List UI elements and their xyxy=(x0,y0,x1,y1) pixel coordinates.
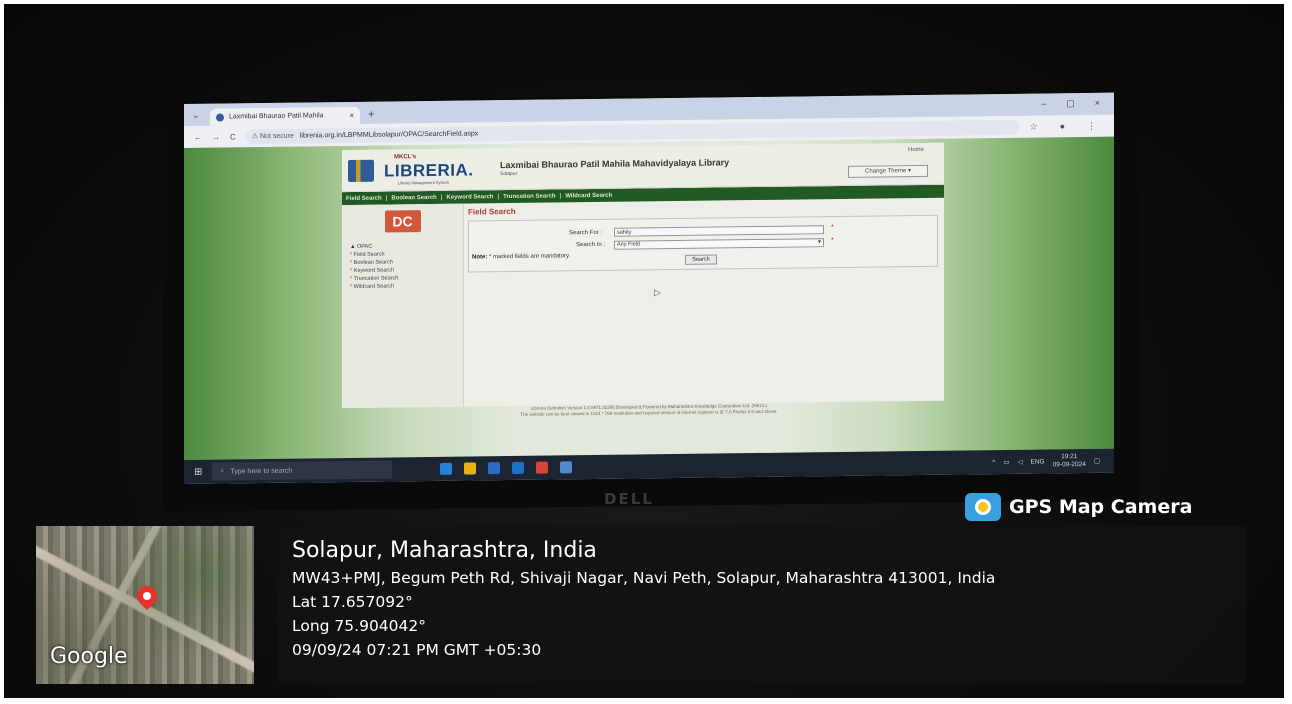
calendar-icon[interactable] xyxy=(488,462,501,475)
search-for-label: Search For : xyxy=(569,229,603,237)
main-content: Field Search Search For : * Search In : … xyxy=(464,198,944,407)
browser-tab[interactable]: Laxmibai Bhaurao Patil Mahila × xyxy=(210,106,360,126)
search-button[interactable]: Search xyxy=(685,254,717,265)
menu-separator: | xyxy=(440,194,443,201)
location-longitude: Long 75.904042° xyxy=(292,617,427,635)
site-body: DC ▲ OPAC * Field Search * Boolean Searc… xyxy=(342,198,944,409)
menu-boolean-search[interactable]: Boolean Search xyxy=(391,194,436,201)
file-explorer-icon[interactable] xyxy=(464,462,477,475)
location-address: MW43+PMJ, Begum Peth Rd, Shivaji Nagar, … xyxy=(292,569,996,587)
google-map-label: Google xyxy=(50,644,128,669)
libreria-logo-icon xyxy=(348,159,374,182)
menu-separator: | xyxy=(497,193,500,200)
location-info-panel: Solapur, Maharashtra, India MW43+PMJ, Be… xyxy=(278,526,1246,684)
logo-text: LIBRERIA. xyxy=(384,160,474,181)
favicon-icon xyxy=(216,113,224,122)
menu-separator: | xyxy=(385,195,388,202)
tray-date: 09-09-2024 xyxy=(1052,460,1086,469)
taskbar-apps xyxy=(440,461,573,475)
maximize-icon[interactable]: ▢ xyxy=(1066,98,1075,109)
search-icon: ⌕ xyxy=(220,467,225,475)
site-header: MKCL's LIBRERIA. Library Management Syst… xyxy=(342,142,944,193)
back-icon[interactable]: ← xyxy=(194,132,202,141)
menu-keyword-search[interactable]: Keyword Search xyxy=(446,194,493,201)
monitor-brand-logo: DELL xyxy=(604,490,654,508)
edge-icon[interactable] xyxy=(440,462,453,475)
mouse-cursor-icon: ▷ xyxy=(654,287,661,298)
search-in-label: Search In : xyxy=(576,241,606,249)
url-text: librenia.org.in/LBPMMLibsolapur/OPAC/Sea… xyxy=(299,129,479,140)
menu-wildcard-search[interactable]: Wildcard Search xyxy=(565,192,612,199)
tray-chevron-icon[interactable]: ^ xyxy=(992,459,995,466)
system-tray: ^ ▭ ◁ ENG 19:21 09-09-2024 ▢ xyxy=(992,453,1114,470)
logo-mkcl: MKCL's xyxy=(394,154,417,161)
chrome-icon[interactable] xyxy=(536,461,549,474)
tray-language[interactable]: ENG xyxy=(1031,458,1045,465)
gps-camera-icon xyxy=(965,493,1001,521)
forward-icon[interactable]: → xyxy=(212,132,220,141)
search-panel: Search For : * Search In : Any Field ▼ *… xyxy=(468,214,938,273)
library-title: Laxmibai Bhaurao Patil Mahila Mahavidyal… xyxy=(500,157,730,171)
taskbar-search[interactable]: ⌕ Type here to search xyxy=(212,460,393,481)
taskbar-search-placeholder: Type here to search xyxy=(230,467,293,475)
notifications-icon[interactable]: ▢ xyxy=(1094,457,1100,465)
change-theme-button[interactable]: Change Theme ▾ xyxy=(848,164,928,178)
not-secure-badge[interactable]: ⚠ Not secure xyxy=(252,132,294,141)
location-datetime: 09/09/24 07:21 PM GMT +05:30 xyxy=(292,641,542,659)
menu-truncation-search[interactable]: Truncation Search xyxy=(503,193,555,200)
library-city: Solapur xyxy=(500,170,518,178)
search-in-value: Any Field xyxy=(617,241,640,248)
menu-separator: | xyxy=(559,192,562,199)
tab-title: Laxmibai Bhaurao Patil Mahila xyxy=(229,112,324,121)
home-link[interactable]: Home xyxy=(908,147,924,153)
site-container: MKCL's LIBRERIA. Library Management Syst… xyxy=(342,142,944,409)
nav-wildcard-search[interactable]: * Wildcard Search xyxy=(342,282,463,291)
window-controls: – ▢ × xyxy=(1041,98,1114,116)
profile-icon[interactable]: ● xyxy=(1060,121,1065,132)
chevron-down-icon: ▼ xyxy=(817,239,822,246)
location-city: Solapur, Maharashtra, India xyxy=(292,538,597,563)
network-icon[interactable]: ▭ xyxy=(1003,458,1009,466)
browser-menu-icon[interactable]: ⋮ xyxy=(1087,120,1096,131)
search-for-input[interactable] xyxy=(614,225,824,237)
tab-close-icon[interactable]: × xyxy=(349,111,354,120)
menu-field-search[interactable]: Field Search xyxy=(346,195,382,201)
gps-camera-title: GPS Map Camera xyxy=(1009,496,1193,518)
mandatory-note: Note: * marked fields are mandatory. xyxy=(472,253,571,261)
mail-icon[interactable] xyxy=(512,461,525,474)
page-background: MKCL's LIBRERIA. Library Management Syst… xyxy=(184,136,1114,461)
search-in-select[interactable]: Any Field ▼ xyxy=(614,238,824,250)
logo-subtitle: Library Management System xyxy=(398,179,450,186)
monitor-screen: ⌄ Laxmibai Bhaurao Patil Mahila × + – ▢ … xyxy=(184,92,1114,485)
page-title: Field Search xyxy=(468,206,516,217)
left-nav: DC ▲ OPAC * Field Search * Boolean Searc… xyxy=(342,203,464,409)
tab-list-icon[interactable]: ⌄ xyxy=(192,110,204,122)
location-latitude: Lat 17.657092° xyxy=(292,593,413,611)
volume-icon[interactable]: ◁ xyxy=(1018,458,1023,466)
windows-start-icon[interactable]: ⊞ xyxy=(194,466,202,477)
map-thumbnail: Google xyxy=(36,526,254,684)
new-tab-button[interactable]: + xyxy=(368,109,374,121)
required-marker: * xyxy=(831,224,834,232)
window-close-icon[interactable]: × xyxy=(1095,98,1100,109)
gps-camera-brand: GPS Map Camera xyxy=(965,492,1192,522)
tray-clock[interactable]: 19:21 09-09-2024 xyxy=(1053,453,1086,469)
chrome-profile-icon[interactable] xyxy=(560,461,573,474)
bookmark-star-icon[interactable]: ☆ xyxy=(1029,121,1037,132)
reload-icon[interactable]: C xyxy=(230,132,236,141)
required-marker: * xyxy=(831,237,834,245)
address-bar-actions: ☆ ● ⋮ xyxy=(1029,120,1114,132)
dc-logo-icon: DC xyxy=(384,210,421,233)
minimize-icon[interactable]: – xyxy=(1041,98,1046,109)
